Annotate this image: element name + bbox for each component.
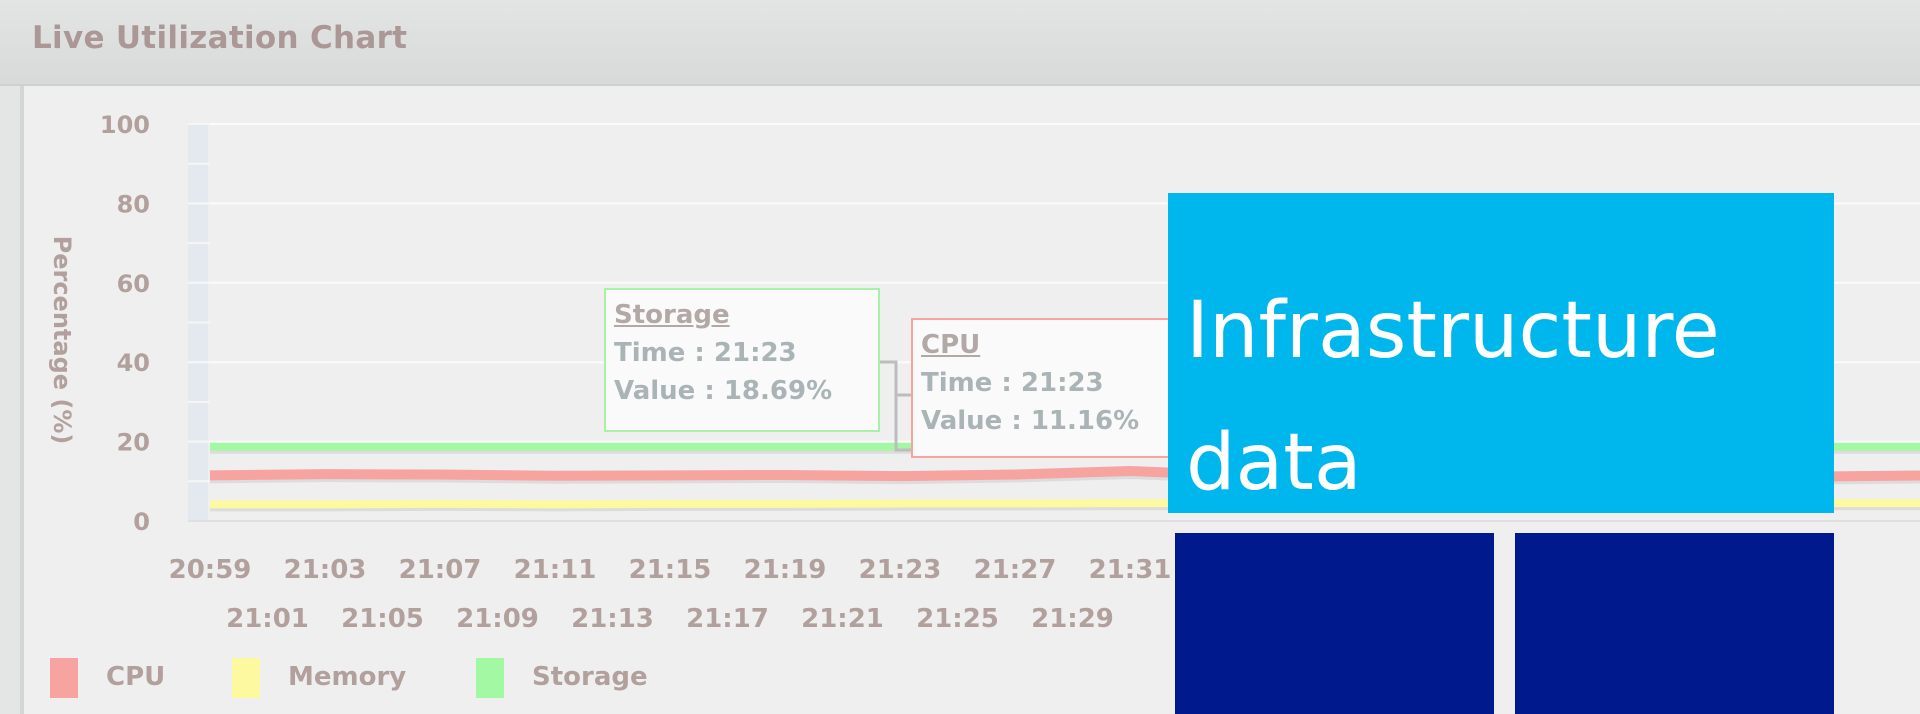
legend-label-cpu: CPU bbox=[106, 662, 166, 692]
x-axis: 20:59 21:01 21:03 21:05 21:07 21:09 21:11 21:13… bbox=[169, 555, 1172, 634]
x-tick-label: 21:23 bbox=[859, 555, 942, 585]
overlay-heading: Infrastructure data bbox=[1186, 286, 1720, 508]
cpu-tooltip: CPU Time : 21:23 Value : 11.16% bbox=[911, 318, 1171, 458]
y-tick-label: 20 bbox=[117, 429, 150, 457]
x-tick-label: 20:59 bbox=[169, 555, 252, 585]
x-tick-label: 21:07 bbox=[399, 555, 482, 585]
tooltip-time-value: 21:23 bbox=[1020, 368, 1104, 398]
utilization-panel: Live Utilization Chart 0 20 40 60 80 100 20:5… bbox=[0, 0, 1920, 714]
x-tick-label: 21:09 bbox=[456, 604, 539, 634]
y-tick-label: 0 bbox=[133, 508, 150, 536]
tooltip-value-row: Value : 11.16% bbox=[921, 406, 1140, 436]
legend-swatch-storage bbox=[476, 658, 504, 698]
x-tick-label: 21:13 bbox=[571, 604, 654, 634]
tooltip-value-row: Value : 18.69% bbox=[614, 376, 833, 406]
tooltip-time-row: Time : 21:23 bbox=[921, 368, 1104, 398]
storage-tooltip: Storage Time : 21:23 Value : 18.69% bbox=[604, 288, 880, 432]
x-tick-label: 21:21 bbox=[801, 604, 884, 634]
legend-swatch-memory bbox=[232, 658, 260, 698]
x-tick-label: 21:11 bbox=[514, 555, 597, 585]
overlay-block-left bbox=[1175, 533, 1494, 714]
x-tick-label: 21:15 bbox=[629, 555, 712, 585]
legend-label-memory: Memory bbox=[288, 662, 407, 692]
tooltip-time-value: 21:23 bbox=[713, 338, 797, 368]
y-tick-label: 80 bbox=[117, 190, 150, 218]
x-tick-label: 21:29 bbox=[1031, 604, 1114, 634]
overlay-block-right bbox=[1515, 533, 1834, 714]
tooltip-time-label: Time bbox=[921, 368, 993, 398]
legend-swatch-cpu bbox=[50, 658, 78, 698]
tooltip-series-name: Storage bbox=[614, 300, 730, 330]
y-axis: 0 20 40 60 80 100 bbox=[100, 111, 150, 536]
tooltip-time-row: Time : 21:23 bbox=[614, 338, 797, 368]
y-tick-label: 40 bbox=[117, 349, 150, 377]
y-axis-title: Percentage (%) bbox=[48, 236, 76, 445]
legend-label-storage: Storage bbox=[532, 662, 648, 692]
tooltip-series-name: CPU bbox=[921, 330, 981, 360]
tooltip-value: 11.16% bbox=[1030, 406, 1140, 436]
x-tick-label: 21:05 bbox=[341, 604, 424, 634]
tooltip-time-label: Time bbox=[614, 338, 686, 368]
x-tick-label: 21:25 bbox=[916, 604, 999, 634]
tooltip-value-label: Value bbox=[921, 406, 1003, 436]
y-tick-label: 60 bbox=[117, 270, 150, 298]
tooltip-value: 18.69% bbox=[723, 376, 833, 406]
x-tick-label: 21:27 bbox=[974, 555, 1057, 585]
x-tick-label: 21:03 bbox=[284, 555, 367, 585]
infrastructure-overlay-banner: Infrastructure data bbox=[1168, 193, 1834, 513]
tooltip-value-label: Value bbox=[614, 376, 696, 406]
x-tick-label: 21:17 bbox=[686, 604, 769, 634]
y-tick-label: 100 bbox=[100, 111, 150, 139]
x-tick-label: 21:19 bbox=[744, 555, 827, 585]
x-tick-label: 21:01 bbox=[226, 604, 309, 634]
x-tick-label: 21:31 bbox=[1089, 555, 1172, 585]
